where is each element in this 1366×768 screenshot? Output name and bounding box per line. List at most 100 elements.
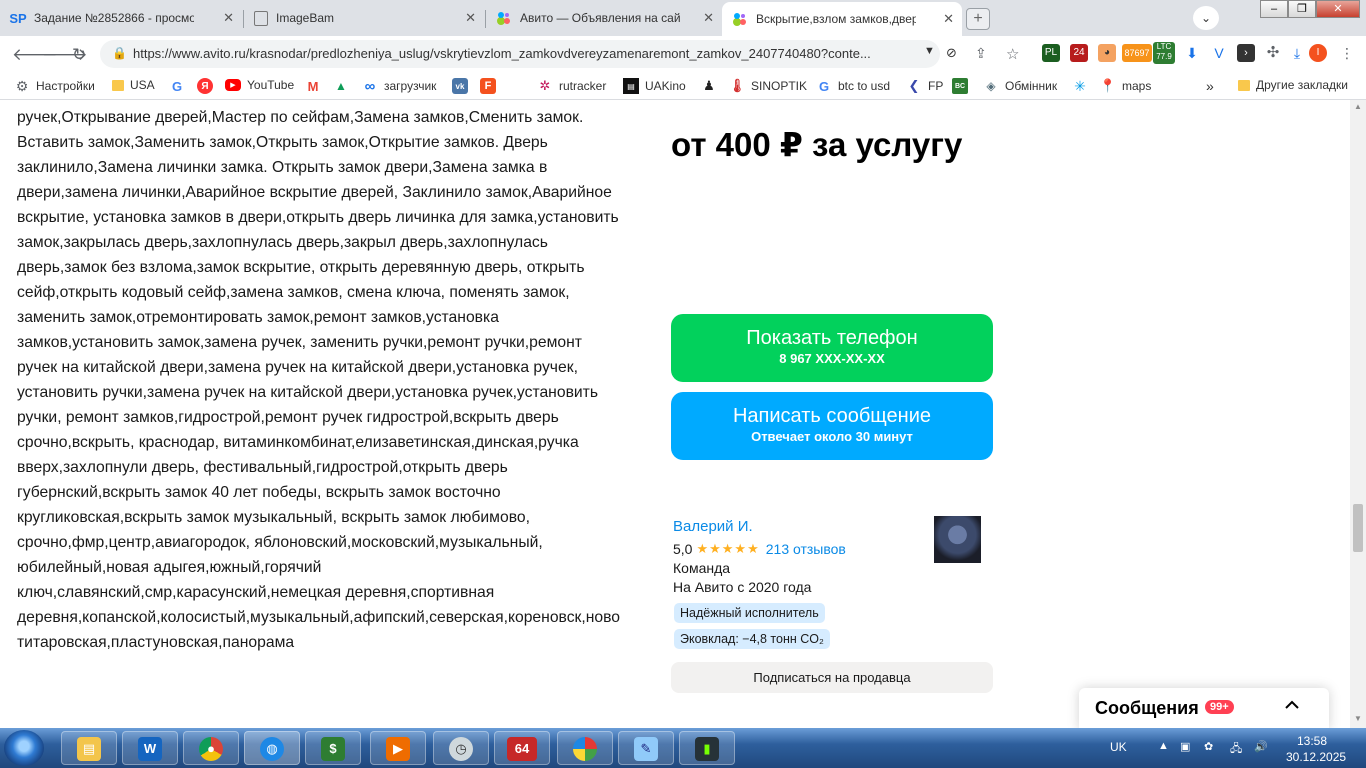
seller-avatar[interactable] — [934, 516, 981, 563]
close-icon[interactable]: ✕ — [943, 11, 954, 27]
bookmark-rutracker[interactable]: ✲ rutracker — [537, 78, 607, 94]
bookmark-figure[interactable]: ♟ — [701, 78, 723, 94]
bookmark-drive[interactable]: ▲ — [333, 78, 355, 94]
pl-extension-icon[interactable]: PL — [1042, 44, 1060, 62]
bookmark-sinoptik[interactable]: 🌡 SINOPTIK — [729, 78, 807, 94]
close-icon[interactable]: ✕ — [465, 10, 476, 26]
reload-icon[interactable]: ↻ — [72, 45, 86, 65]
bookmark-settings[interactable]: ⚙ Настройки — [14, 78, 95, 94]
taskbar-chrome[interactable]: ● — [183, 731, 239, 765]
tray-app-icon[interactable]: ▣ — [1180, 740, 1190, 753]
bookmark-bc[interactable]: BC — [952, 78, 974, 94]
google-icon: G — [171, 78, 183, 94]
bookmark-star-icon[interactable]: ☆ — [1006, 45, 1019, 63]
blocked-popup-icon[interactable]: ⊘ — [946, 45, 957, 61]
bookmark-f[interactable]: F — [480, 78, 502, 94]
taskbar-notepad[interactable]: ✎ — [618, 731, 674, 765]
puzzle-icon[interactable]: ✣ — [1264, 44, 1282, 62]
taskbar-color[interactable] — [557, 731, 613, 765]
close-window-button[interactable]: ✕ — [1316, 0, 1360, 18]
globe-icon: ◍ — [260, 737, 284, 761]
browser-toolbar: 🡐 🡒 ↻ 🔒 https://www.avito.ru/krasnodar/p… — [0, 36, 1366, 72]
taskbar-media[interactable]: ▶ — [370, 731, 426, 765]
money-icon: $ — [321, 737, 345, 761]
downloads-icon[interactable]: ⤓ — [1288, 44, 1306, 62]
clock-time[interactable]: 13:58 — [1297, 734, 1327, 748]
infinity-icon: ∞ — [364, 77, 376, 95]
scroll-up-icon[interactable]: ▲ — [1354, 102, 1362, 111]
yandex-icon: Я — [197, 78, 213, 94]
color-wheel-icon — [573, 737, 597, 761]
cat-extension-icon[interactable]: ◕ — [1098, 44, 1116, 62]
taskbar-64[interactable]: 64 — [494, 731, 550, 765]
bookmark-uakino[interactable]: ▤ UAKino — [623, 78, 686, 94]
tab-task[interactable]: SP Задание №2852866 - просмотр з... ✕ — [0, 4, 242, 32]
bookmark-loader[interactable]: ∞ загрузчик — [362, 77, 437, 95]
show-phone-button[interactable]: Показать телефон 8 967 XXX-XX-XX — [671, 314, 993, 382]
tab-avito-listing[interactable]: Вскрытие,взлом замков,дверей,за... ✕ — [722, 2, 962, 36]
menu-kebab-icon[interactable]: ⋮ — [1338, 44, 1356, 62]
volume-icon[interactable]: 🔊 — [1254, 740, 1268, 753]
taskbar-shield[interactable]: W — [122, 731, 178, 765]
start-button-icon[interactable] — [4, 730, 44, 766]
download-extension-icon[interactable]: ⬇ — [1183, 44, 1201, 62]
subscribe-seller-button[interactable]: Подписаться на продавца — [671, 662, 993, 693]
scroll-thumb[interactable] — [1353, 504, 1363, 552]
taskbar-clock[interactable]: ◷ — [433, 731, 489, 765]
bookmark-burst[interactable]: ✳ — [1072, 78, 1094, 94]
taskbar-globe[interactable]: ◍ — [244, 731, 300, 765]
bookmark-google[interactable]: G — [169, 78, 191, 94]
taskbar-explorer[interactable]: ▤ — [61, 731, 117, 765]
bookmark-vk[interactable]: vk — [452, 78, 474, 94]
tray-expand-icon[interactable]: ▲ — [1158, 740, 1169, 752]
url-text[interactable]: https://www.avito.ru/krasnodar/predlozhe… — [133, 46, 903, 61]
counter-extension-icon[interactable]: 24 — [1070, 44, 1088, 62]
seller-name-link[interactable]: Валерий И. — [673, 518, 753, 535]
reviews-link[interactable]: 213 отзывов — [766, 541, 846, 557]
eco-badge[interactable]: Эковклад: −4,8 тонн CO₂ — [674, 629, 830, 649]
close-icon[interactable]: ✕ — [223, 10, 234, 26]
drive-icon: ▲ — [335, 79, 347, 93]
share-icon[interactable]: ⇪ — [975, 45, 987, 62]
maximize-button[interactable]: ❐ — [1288, 0, 1316, 18]
btc-extension-icon[interactable]: 87697 — [1122, 44, 1152, 62]
bookmark-fp[interactable]: ❮ FP — [906, 78, 944, 94]
bookmark-btc-usd[interactable]: Gbtc to usd — [816, 78, 890, 94]
new-tab-button[interactable]: + — [966, 8, 990, 30]
ltc-extension-icon[interactable]: LTC 77.9 — [1153, 42, 1175, 64]
page-icon — [254, 10, 268, 26]
bookmark-gmail[interactable]: M — [305, 78, 327, 94]
language-indicator[interactable]: UK — [1110, 740, 1127, 754]
bookmark-yandex[interactable]: Я — [197, 78, 219, 94]
shield-icon: W — [138, 737, 162, 761]
tray-color-icon[interactable]: ✿ — [1204, 740, 1213, 753]
tab-avito-main[interactable]: Авито — Объявления на сайте Ав... ✕ — [486, 4, 722, 32]
address-bar[interactable]: 🔒 https://www.avito.ru/krasnodar/predloz… — [100, 40, 940, 68]
messenger-widget[interactable]: Сообщения 99+ — [1079, 688, 1329, 728]
chevron-up-icon[interactable] — [1285, 698, 1299, 712]
network-icon[interactable]: 🖧 — [1230, 740, 1242, 759]
profile-avatar-icon[interactable]: I — [1309, 44, 1327, 62]
bookmark-youtube[interactable]: ▶ YouTube — [225, 78, 294, 92]
bookmark-usa[interactable]: USA — [112, 78, 155, 92]
bookmark-maps[interactable]: 📍 maps — [1100, 78, 1151, 94]
bookmark-exchanger[interactable]: ◈ Обмінник — [983, 78, 1057, 94]
other-bookmarks[interactable]: Другие закладки — [1238, 78, 1348, 92]
reliable-badge[interactable]: Надёжный исполнитель — [674, 603, 825, 623]
send-message-button[interactable]: Написать сообщение Отвечает около 30 мин… — [671, 392, 993, 460]
clock-date[interactable]: 30.12.2025 — [1286, 750, 1346, 764]
lock-icon[interactable]: 🔒 — [112, 46, 127, 60]
tab-search-chevron-icon[interactable]: ⌄ — [1193, 6, 1219, 30]
page-scrollbar[interactable]: ▲ ▼ — [1350, 100, 1366, 728]
scroll-down-icon[interactable]: ▼ — [1354, 714, 1362, 723]
taskbar-terminal[interactable]: ▮ — [679, 731, 735, 765]
dropdown-icon[interactable]: ▼ — [924, 45, 935, 57]
close-icon[interactable]: ✕ — [703, 10, 714, 26]
tab-title: Авито — Объявления на сайте Ав... — [520, 11, 680, 25]
arrow-extension-icon[interactable]: › — [1237, 44, 1255, 62]
v-extension-icon[interactable]: V — [1210, 44, 1228, 62]
tab-imagebam[interactable]: ImageBam ✕ — [244, 4, 484, 32]
taskbar-money[interactable]: $ — [305, 731, 361, 765]
bookmarks-overflow-chevron[interactable]: » — [1206, 78, 1214, 94]
minimize-button[interactable]: – — [1260, 0, 1288, 18]
